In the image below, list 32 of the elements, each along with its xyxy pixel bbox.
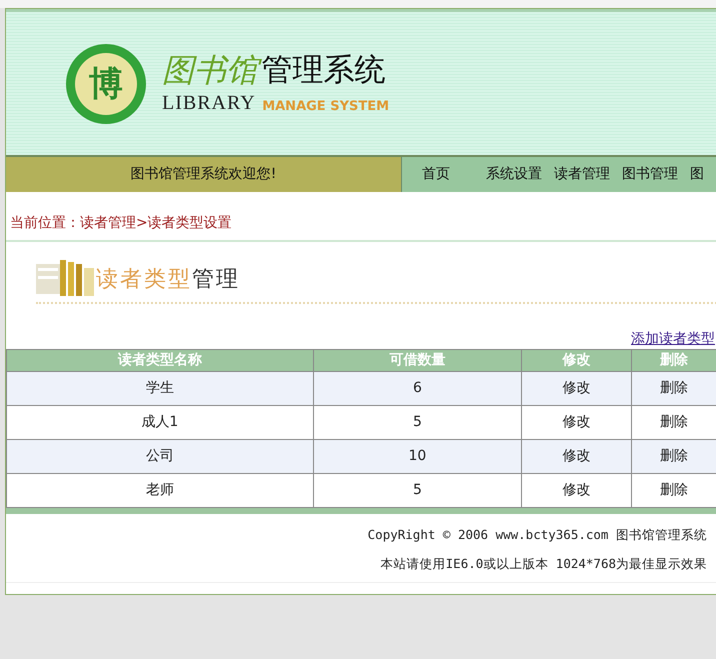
edit-link[interactable]: 修改: [562, 380, 591, 396]
logo-text: 博: [75, 52, 137, 114]
site-title: 管理系统: [261, 55, 386, 86]
table-cell: 10: [313, 440, 522, 474]
delete-link[interactable]: 删除: [660, 380, 688, 396]
edit-link[interactable]: 修改: [562, 414, 591, 430]
footer-text: 本站请使用IE6.0或以上版本 1024*768为最佳显示效果: [380, 556, 707, 571]
footer-text: CopyRight © 2006 www.bcty365.com 图书馆管理系统: [368, 527, 707, 542]
column-header: 读者类型名称: [6, 350, 314, 372]
welcome-text: 图书馆管理系统欢迎您!: [6, 157, 401, 192]
banner-title: 读者类型: [96, 266, 192, 294]
delete-link[interactable]: 删除: [660, 448, 688, 464]
site-subtitle: MANAGE SYSTEM: [262, 100, 390, 113]
nav-link[interactable]: 读者管理: [554, 164, 610, 185]
nav-link[interactable]: 图书管理: [622, 164, 678, 185]
breadcrumb-text: 当前位置：读者管理>读者类型设置: [6, 213, 716, 242]
delete-link[interactable]: 删除: [660, 482, 688, 498]
column-header: 修改: [522, 350, 632, 372]
site-subtitle: LIBRARY: [162, 92, 256, 113]
add-reader-type-link[interactable]: 添加读者类型: [631, 331, 715, 347]
delete-link[interactable]: 删除: [660, 414, 688, 430]
table-cell: 6: [313, 372, 522, 406]
banner-title: 管理: [192, 266, 240, 294]
nav-link[interactable]: 系统设置: [486, 164, 542, 185]
column-header: 可借数量: [313, 350, 522, 372]
nav-link[interactable]: 首页: [422, 164, 450, 185]
column-header: 删除: [632, 350, 716, 372]
edit-link[interactable]: 修改: [562, 482, 591, 498]
table-cell: 学生: [6, 372, 314, 406]
table-cell: 公司: [6, 440, 314, 474]
edit-link[interactable]: 修改: [562, 448, 591, 464]
nav-link[interactable]: 图: [690, 164, 704, 185]
